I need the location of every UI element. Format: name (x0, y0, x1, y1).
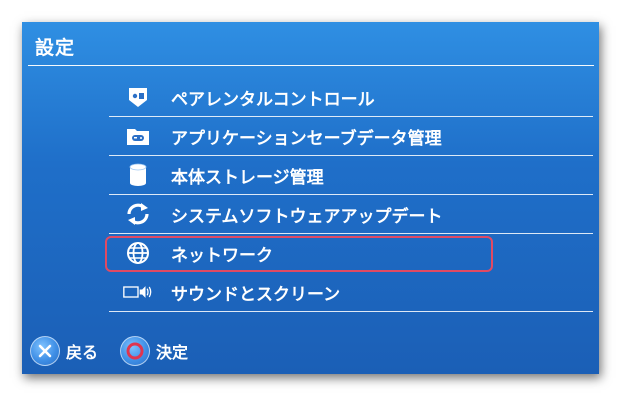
storage-icon (123, 162, 153, 188)
menu-item-label: 本体ストレージ管理 (171, 167, 324, 188)
menu-item-system-update[interactable]: システムソフトウェアアップデート (109, 195, 593, 234)
selection-highlight (105, 236, 493, 272)
menu-item-savedata[interactable]: アプリケーションセーブデータ管理 (109, 117, 593, 156)
menu-item-label: サウンドとスクリーン (171, 284, 341, 305)
menu-item-storage[interactable]: 本体ストレージ管理 (109, 156, 593, 195)
confirm-button[interactable]: 決定 (120, 336, 188, 366)
update-icon (123, 201, 153, 227)
back-button[interactable]: 戻る (30, 336, 98, 366)
back-label: 戻る (66, 343, 99, 362)
menu-item-parental-control[interactable]: ペアレンタルコントロール (109, 78, 593, 117)
confirm-label: 決定 (156, 343, 189, 362)
circle-button-icon (120, 336, 151, 366)
title-divider (28, 65, 594, 66)
menu-item-label: ペアレンタルコントロール (171, 89, 375, 110)
page-title: 設定 (35, 37, 76, 59)
parental-control-icon (123, 84, 153, 110)
button-guide: 戻る 決定 (30, 334, 188, 368)
sound-screen-icon (123, 279, 153, 305)
menu-item-label: ネットワーク (171, 245, 273, 266)
menu-item-sound-screen[interactable]: サウンドとスクリーン (109, 273, 593, 312)
menu-item-label: システムソフトウェアアップデート (171, 206, 443, 227)
menu-item-label: アプリケーションセーブデータ管理 (171, 128, 442, 149)
folder-gamepad-icon (123, 123, 153, 149)
settings-screen: 設定 ペアレンタルコントロール アプリケーションセーブデータ管理 本体ストレージ… (22, 22, 599, 374)
globe-icon (123, 240, 153, 266)
cross-button-icon (30, 336, 60, 366)
settings-menu: ペアレンタルコントロール アプリケーションセーブデータ管理 本体ストレージ管理 … (105, 78, 593, 312)
menu-item-network[interactable]: ネットワーク (105, 234, 593, 273)
